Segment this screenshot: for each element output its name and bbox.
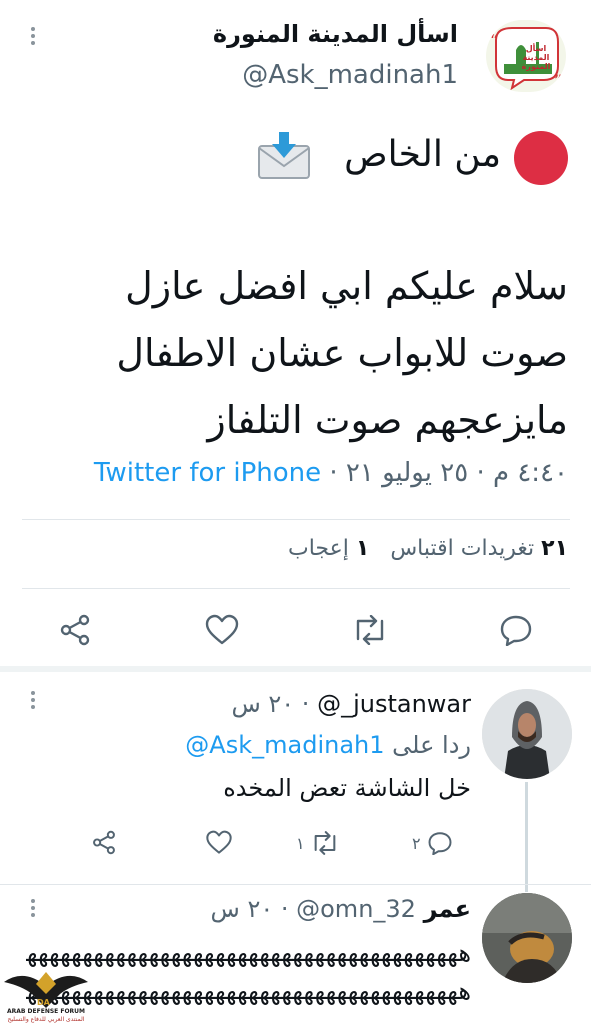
tweet-body-line: مايزعجهم صوت التلفاز	[207, 398, 568, 442]
more-options-icon[interactable]	[30, 27, 36, 48]
divider	[22, 519, 570, 520]
reply-retweet-button[interactable]: ١	[296, 828, 339, 858]
watermark-line1: ARAB DEFENSE FORUM	[6, 1008, 86, 1015]
avatar-caption: اسأل المدينة المنورة	[521, 44, 551, 71]
retweet-icon[interactable]	[352, 615, 388, 645]
watermark-line2: المنتدى العربي للدفاع والتسليح	[7, 1016, 85, 1023]
like-icon[interactable]	[204, 614, 240, 646]
reply-display-name[interactable]: عمر	[424, 895, 471, 923]
knight-avatar-icon	[482, 689, 572, 779]
reply-header: عمر @omn_32 · ٢٠ س	[210, 895, 472, 923]
person-avatar-icon	[482, 893, 572, 983]
tweet-timestamp[interactable]: ٤:٤٠ م · ٢٥ يوليو ٢١ ·	[329, 458, 568, 488]
likes-stat[interactable]: ١ إعجاب	[288, 536, 369, 561]
incoming-envelope-icon	[256, 132, 312, 182]
tweet-source-link[interactable]: Twitter for iPhone	[94, 458, 321, 488]
share-icon[interactable]	[58, 614, 92, 646]
tweet-body: سلام عليكم ابي افضل عازل صوت للابواب عشا…	[68, 253, 568, 454]
reply-reply-button[interactable]: ٢	[412, 828, 453, 858]
reply-handle[interactable]: @_justanwar	[317, 690, 471, 718]
reply-time: ٢٠ س	[210, 895, 274, 923]
reply-text: هههههههههههههههههههههههههههههههههههههههه…	[26, 934, 471, 1010]
quote-count: ٢١	[541, 536, 568, 561]
like-count: ١	[355, 536, 370, 561]
main-tweet-avatar[interactable]: “ ” اسأل المدينة المنورة	[486, 20, 566, 92]
reply-time: ٢٠ س	[231, 690, 295, 718]
like-label: إعجاب	[288, 536, 349, 561]
reply-icon	[428, 832, 452, 855]
handle[interactable]: @Ask_madinah1	[242, 60, 458, 90]
divider	[0, 884, 591, 885]
reply-more-options-icon[interactable]	[30, 899, 36, 920]
reply-text-line: هههههههههههههههههههههههههههههههههههههههه…	[26, 977, 471, 1005]
section-divider	[0, 666, 591, 672]
retweet-count: ١	[296, 833, 305, 853]
reply-text-line: هههههههههههههههههههههههههههههههههههههههه…	[26, 939, 471, 967]
reply-count: ٢	[412, 833, 421, 853]
display-name[interactable]: اسأل المدينة المنورة	[213, 20, 458, 48]
watermark-logo: DA ARAB DEFENSE FORUM المنتدى العربي للد…	[0, 964, 92, 1026]
divider	[22, 588, 570, 589]
quote-label: تغريدات اقتباس	[390, 536, 535, 561]
reply-like-icon[interactable]	[205, 830, 233, 855]
reply-header: @_justanwar · ٢٠ س	[231, 690, 471, 718]
svg-text:”: ”	[554, 71, 562, 90]
replying-to-label: ردا على	[392, 731, 471, 759]
replying-to-handle[interactable]: @Ask_madinah1	[185, 731, 384, 759]
reply-handle[interactable]: @omn_32	[296, 895, 416, 923]
thread-line	[525, 782, 528, 892]
watermark-top: DA	[37, 998, 50, 1007]
svg-text:“: “	[490, 31, 498, 50]
reply-avatar[interactable]	[482, 893, 572, 983]
retweet-icon	[314, 831, 335, 855]
tweet-body-line: سلام عليكم ابي افضل عازل	[125, 264, 568, 308]
tweet-meta: Twitter for iPhone ٤:٤٠ م · ٢٥ يوليو ٢١ …	[94, 458, 568, 488]
red-circle-icon	[514, 131, 568, 185]
reply-share-icon[interactable]	[91, 830, 117, 855]
reply-icon[interactable]	[499, 614, 533, 646]
reply-more-options-icon[interactable]	[30, 691, 36, 712]
quote-tweets-stat[interactable]: ٢١ تغريدات اقتباس	[383, 536, 568, 561]
reply-text: خل الشاشة تعض المخده	[223, 774, 471, 802]
replying-to: ردا على @Ask_madinah1	[185, 731, 471, 759]
tweet-stats: ٢١ تغريدات اقتباس ١ إعجاب	[288, 536, 568, 561]
tweet-body-line: صوت للابواب عشان الاطفال	[116, 331, 568, 375]
reply-avatar[interactable]	[482, 689, 572, 779]
tweet-header-line: من الخاص	[344, 134, 501, 175]
